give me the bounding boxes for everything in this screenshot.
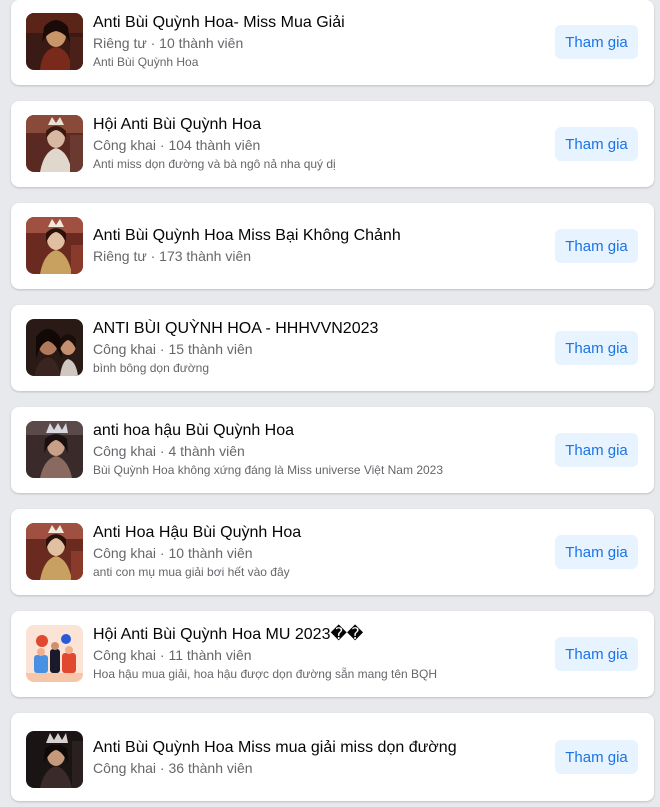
group-card[interactable]: Anti Bùi Quỳnh Hoa Miss mua giải miss dọ… [11, 713, 654, 801]
group-title[interactable]: Hội Anti Bùi Quỳnh Hoa MU 2023�� [93, 625, 534, 645]
group-card[interactable]: ANTI BÙI QUỲNH HOA - HHHVVN2023 Công kha… [11, 305, 654, 391]
group-card[interactable]: Anti Bùi Quỳnh Hoa- Miss Mua Giải Riêng … [11, 0, 654, 85]
group-title[interactable]: anti hoa hậu Bùi Quỳnh Hoa [93, 421, 534, 441]
group-privacy-members: Riêng tư · 173 thành viên [93, 248, 252, 264]
group-description: bình bông dọn đường [93, 361, 209, 375]
group-cover-image [26, 421, 83, 478]
join-group-button[interactable]: Tham gia [555, 25, 638, 59]
group-title[interactable]: Anti Bùi Quỳnh Hoa Miss Bại Không Chảnh [93, 226, 534, 246]
group-privacy-members: Riêng tư · 10 thành viên [93, 35, 244, 51]
group-cover-thumbnail[interactable] [26, 217, 83, 274]
join-group-button[interactable]: Tham gia [555, 127, 638, 161]
group-card[interactable]: Anti Bùi Quỳnh Hoa Miss Bại Không Chảnh … [11, 203, 654, 289]
group-description: Anti Bùi Quỳnh Hoa [93, 55, 199, 69]
group-title[interactable]: Anti Bùi Quỳnh Hoa Miss mua giải miss dọ… [93, 738, 534, 758]
join-group-button[interactable]: Tham gia [555, 229, 638, 263]
group-cover-image [26, 625, 83, 682]
group-title[interactable]: Anti Bùi Quỳnh Hoa- Miss Mua Giải [93, 13, 534, 33]
join-group-button[interactable]: Tham gia [555, 433, 638, 467]
group-cover-image [26, 13, 83, 70]
group-privacy-members: Công khai · 104 thành viên [93, 137, 261, 153]
group-cover-image [26, 731, 83, 788]
group-cover-image [26, 319, 83, 376]
group-title[interactable]: Hội Anti Bùi Quỳnh Hoa [93, 115, 534, 135]
group-privacy-members: Công khai · 10 thành viên [93, 545, 253, 561]
group-cover-thumbnail[interactable] [26, 625, 83, 682]
group-cover-image [26, 115, 83, 172]
group-search-results: Anti Bùi Quỳnh Hoa- Miss Mua Giải Riêng … [0, 0, 660, 807]
group-card[interactable]: Hội Anti Bùi Quỳnh Hoa Công khai · 104 t… [11, 101, 654, 187]
group-cover-thumbnail[interactable] [26, 421, 83, 478]
group-privacy-members: Công khai · 11 thành viên [93, 647, 252, 663]
group-cover-thumbnail[interactable] [26, 319, 83, 376]
join-group-button[interactable]: Tham gia [555, 740, 638, 774]
group-description: Bùi Quỳnh Hoa không xứng đáng là Miss un… [93, 463, 444, 477]
group-cover-thumbnail[interactable] [26, 115, 83, 172]
group-cover-thumbnail[interactable] [26, 523, 83, 580]
group-card[interactable]: anti hoa hậu Bùi Quỳnh Hoa Công khai · 4… [11, 407, 654, 493]
group-card[interactable]: Anti Hoa Hậu Bùi Quỳnh Hoa Công khai · 1… [11, 509, 654, 595]
group-title[interactable]: ANTI BÙI QUỲNH HOA - HHHVVN2023 [93, 319, 534, 339]
group-cover-thumbnail[interactable] [26, 731, 83, 788]
group-description: Hoa hậu mua giải, hoa hậu được dọn đường… [93, 667, 438, 681]
group-privacy-members: Công khai · 36 thành viên [93, 760, 253, 776]
group-cover-image [26, 217, 83, 274]
group-title[interactable]: Anti Hoa Hậu Bùi Quỳnh Hoa [93, 523, 534, 543]
group-cover-thumbnail[interactable] [26, 13, 83, 70]
group-card[interactable]: Hội Anti Bùi Quỳnh Hoa MU 2023�� Công kh… [11, 611, 654, 697]
group-description: anti con mụ mua giải bơi hết vào đây [93, 565, 290, 579]
join-group-button[interactable]: Tham gia [555, 637, 638, 671]
join-group-button[interactable]: Tham gia [555, 535, 638, 569]
join-group-button[interactable]: Tham gia [555, 331, 638, 365]
group-privacy-members: Công khai · 15 thành viên [93, 341, 253, 357]
group-privacy-members: Công khai · 4 thành viên [93, 443, 245, 459]
group-cover-image [26, 523, 83, 580]
group-description: Anti miss dọn đường và bà ngô nả nha quý… [93, 157, 336, 171]
